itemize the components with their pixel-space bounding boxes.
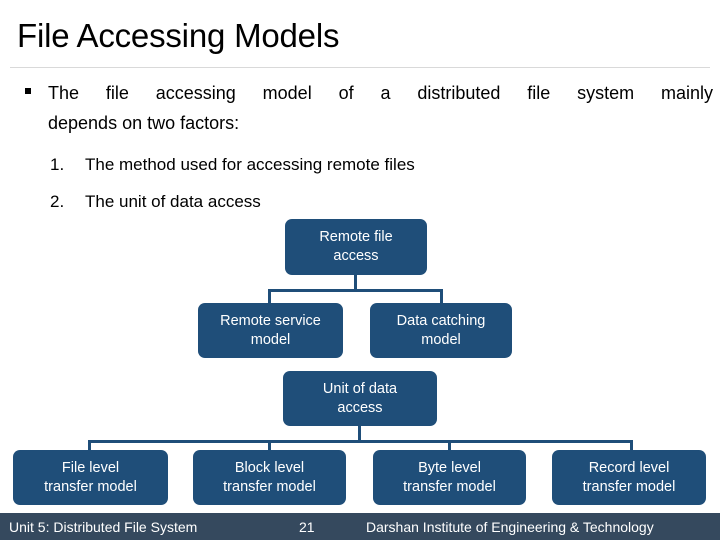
connector-drop-remote-service bbox=[268, 289, 271, 304]
node-file-level-transfer-model: File level transfer model bbox=[13, 450, 168, 505]
node-record-level-transfer-model: Record level transfer model bbox=[552, 450, 706, 505]
connector-bar-tree2 bbox=[88, 440, 633, 443]
footer-unit-label: Unit 5: Distributed File System bbox=[9, 519, 198, 535]
node-line-2: access bbox=[337, 399, 383, 416]
node-line-1: Byte level bbox=[418, 459, 481, 476]
node-line-2: model bbox=[421, 331, 461, 348]
footer-page-number: 21 bbox=[299, 519, 315, 535]
node-remote-file-access: Remote file access bbox=[285, 219, 427, 275]
node-unit-of-data-access: Unit of data access bbox=[283, 371, 437, 426]
node-line-1: Record level bbox=[588, 459, 670, 476]
node-line-2: model bbox=[250, 331, 291, 348]
node-line-2: transfer model bbox=[44, 478, 137, 495]
file-access-models-diagram: Remote file access Remote service model … bbox=[0, 0, 720, 513]
slide-footer: Unit 5: Distributed File System 21 Darsh… bbox=[0, 513, 720, 540]
node-line-1: File level bbox=[61, 459, 120, 476]
node-line-1: Block level bbox=[234, 459, 305, 476]
node-byte-level-transfer-model: Byte level transfer model bbox=[373, 450, 526, 505]
node-line-2: transfer model bbox=[403, 478, 496, 495]
node-block-level-transfer-model: Block level transfer model bbox=[193, 450, 346, 505]
footer-organization-label: Darshan Institute of Engineering & Techn… bbox=[366, 519, 654, 535]
node-line-1: Remote service bbox=[220, 312, 321, 329]
node-line-1: Remote file bbox=[319, 229, 393, 245]
node-data-catching-model: Data catching model bbox=[370, 303, 512, 358]
connector-drop-data-catching bbox=[440, 289, 443, 304]
node-line-1: Unit of data bbox=[322, 380, 398, 397]
node-line-2: transfer model bbox=[223, 478, 316, 495]
node-line-2: transfer model bbox=[582, 478, 676, 495]
node-remote-service-model: Remote service model bbox=[198, 303, 343, 358]
node-line-2: access bbox=[333, 248, 379, 264]
connector-bar-tree1 bbox=[268, 289, 443, 292]
node-line-1: Data catching bbox=[396, 312, 486, 329]
